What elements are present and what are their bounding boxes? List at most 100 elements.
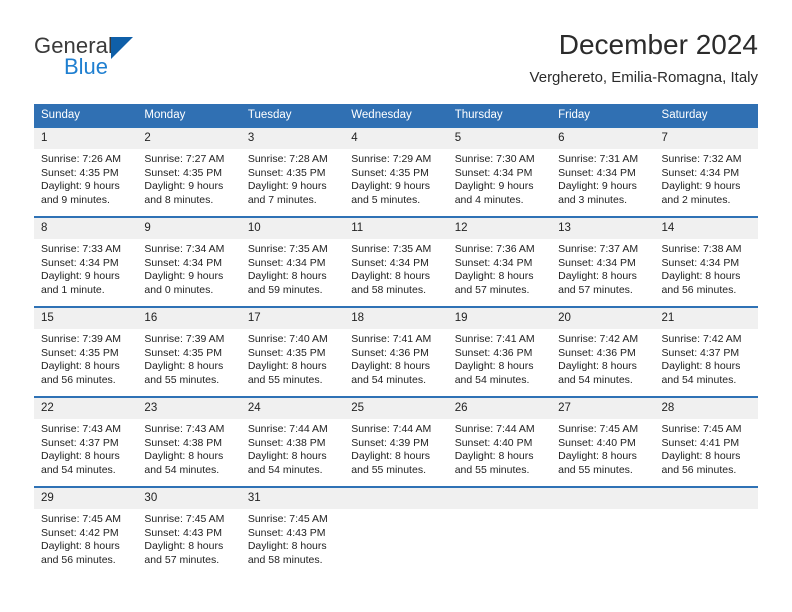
day-sunset-text: Sunset: 4:38 PM [247,436,326,449]
day-cell-inner [551,488,655,576]
day-daylight-1-text: Daylight: 9 hours [558,180,637,193]
day-details [551,509,654,513]
calendar-day-cell[interactable]: 11 Sunrise: 7:35 AM Sunset: 4:34 PM Dayligh… [344,216,448,307]
day-details: Sunrise: 7:45 AM Sunset: 4:43 PM Daylight:… [241,509,344,567]
day-number: 9 [137,218,241,239]
day-daylight-1-text: Daylight: 8 hours [661,450,741,463]
day-details: Sunrise: 7:41 AM Sunset: 4:36 PM Daylight:… [448,329,551,387]
day-details: Sunrise: 7:41 AM Sunset: 4:36 PM Daylight:… [344,329,447,387]
calendar-day-cell[interactable]: 28 Sunrise: 7:45 AM Sunset: 4:41 PM Dayligh… [654,396,758,487]
day-daylight-2-text: and 8 minutes. [144,193,214,206]
calendar-day-cell[interactable]: 20 Sunrise: 7:42 AM Sunset: 4:36 PM Dayligh… [551,306,655,397]
calendar-day-cell[interactable]: 14 Sunrise: 7:38 AM Sunset: 4:34 PM Dayligh… [654,216,758,307]
day-sunset-text: Sunset: 4:34 PM [661,256,740,269]
day-number: 13 [551,218,655,239]
day-details: Sunrise: 7:33 AM Sunset: 4:34 PM Daylight:… [34,239,137,297]
day-sunrise-text: Sunrise: 7:32 AM [661,153,742,165]
day-sunrise-text: Sunrise: 7:30 AM [454,153,535,165]
day-sunrise-text: Sunrise: 7:45 AM [41,513,121,525]
brand-name-bottom: Blue [64,54,109,79]
calendar-day-cell[interactable]: 5 Sunrise: 7:30 AM Sunset: 4:34 PM Daylight… [447,126,552,217]
day-sunrise-text: Sunrise: 7:33 AM [41,243,121,255]
day-daylight-2-text: and 1 minute. [41,283,105,296]
calendar-day-cell[interactable]: 10 Sunrise: 7:35 AM Sunset: 4:34 PM Dayligh… [240,216,345,307]
day-details: Sunrise: 7:27 AM Sunset: 4:35 PM Daylight:… [137,149,240,207]
day-details: Sunrise: 7:45 AM Sunset: 4:42 PM Daylight:… [34,509,137,567]
day-sunset-text: Sunset: 4:34 PM [661,166,740,179]
calendar-day-cell[interactable]: 24 Sunrise: 7:44 AM Sunset: 4:38 PM Dayligh… [240,396,345,487]
calendar-day-cell[interactable]: 7 Sunrise: 7:32 AM Sunset: 4:34 PM Daylight… [654,126,758,217]
day-details: Sunrise: 7:44 AM Sunset: 4:39 PM Daylight:… [344,419,447,477]
calendar-day-cell[interactable]: 8 Sunrise: 7:33 AM Sunset: 4:34 PM Daylight… [34,216,138,307]
day-sunrise-text: Sunrise: 7:38 AM [661,243,742,255]
day-sunrise-text: Sunrise: 7:28 AM [247,153,328,165]
day-number [551,488,655,509]
calendar-day-cell[interactable]: 23 Sunrise: 7:43 AM Sunset: 4:38 PM Dayligh… [137,396,241,487]
day-cell-inner: 7 Sunrise: 7:32 AM Sunset: 4:34 PM Daylight… [654,128,758,216]
day-cell-inner: 20 Sunrise: 7:42 AM Sunset: 4:36 PM Dayligh… [551,308,655,396]
calendar-day-cell[interactable]: 1 Sunrise: 7:26 AM Sunset: 4:35 PM Daylight… [34,126,138,217]
calendar-day-cell[interactable]: 2 Sunrise: 7:27 AM Sunset: 4:35 PM Daylight… [137,126,241,217]
calendar-day-cell[interactable]: 16 Sunrise: 7:39 AM Sunset: 4:35 PM Dayligh… [137,306,241,397]
calendar-empty-cell [654,486,758,576]
brand-logo[interactable]: General Blue [34,34,234,90]
calendar-week-row: 29 Sunrise: 7:45 AM Sunset: 4:42 PM Dayligh… [34,486,758,576]
calendar-day-cell[interactable]: 9 Sunrise: 7:34 AM Sunset: 4:34 PM Daylight… [137,216,241,307]
day-daylight-1-text: Daylight: 8 hours [454,450,534,463]
day-number: 23 [137,398,241,419]
day-cell-inner: 22 Sunrise: 7:43 AM Sunset: 4:37 PM Dayligh… [34,398,138,486]
day-daylight-1-text: Daylight: 9 hours [41,180,120,193]
calendar-day-cell[interactable]: 4 Sunrise: 7:29 AM Sunset: 4:35 PM Daylight… [344,126,448,217]
calendar-page: General Blue December 2024 Verghereto, E… [0,0,792,612]
day-daylight-2-text: and 54 minutes. [144,463,220,476]
day-sunset-text: Sunset: 4:36 PM [454,346,533,359]
calendar-day-cell[interactable]: 31 Sunrise: 7:45 AM Sunset: 4:43 PM Dayligh… [240,486,345,576]
day-number: 3 [240,128,345,149]
day-daylight-2-text: and 56 minutes. [661,463,737,476]
calendar-day-cell[interactable]: 18 Sunrise: 7:41 AM Sunset: 4:36 PM Dayligh… [344,306,448,397]
day-cell-inner: 18 Sunrise: 7:41 AM Sunset: 4:36 PM Dayligh… [344,308,448,396]
day-cell-inner: 29 Sunrise: 7:45 AM Sunset: 4:42 PM Dayligh… [34,488,138,576]
day-daylight-1-text: Daylight: 8 hours [454,270,534,283]
day-daylight-1-text: Daylight: 8 hours [558,270,637,283]
weekday-header-tuesday: Tuesday [240,104,345,127]
day-daylight-1-text: Daylight: 8 hours [144,540,224,553]
day-sunrise-text: Sunrise: 7:44 AM [454,423,535,435]
page-title: December 2024 [558,29,758,60]
day-sunrise-text: Sunrise: 7:29 AM [351,153,432,165]
day-daylight-1-text: Daylight: 8 hours [41,540,120,553]
day-sunset-text: Sunset: 4:36 PM [558,346,636,359]
sunrise-sunset-calendar: Sunday Monday Tuesday Wednesday Thursday… [34,104,758,576]
day-daylight-2-text: and 54 minutes. [558,373,633,386]
calendar-day-cell[interactable]: 17 Sunrise: 7:40 AM Sunset: 4:35 PM Dayligh… [240,306,345,397]
calendar-day-cell[interactable]: 21 Sunrise: 7:42 AM Sunset: 4:37 PM Dayligh… [654,306,758,397]
calendar-day-cell[interactable]: 6 Sunrise: 7:31 AM Sunset: 4:34 PM Daylight… [551,126,655,217]
calendar-day-cell[interactable]: 26 Sunrise: 7:44 AM Sunset: 4:40 PM Dayligh… [447,396,552,487]
calendar-day-cell[interactable]: 30 Sunrise: 7:45 AM Sunset: 4:43 PM Dayligh… [137,486,241,576]
day-daylight-1-text: Daylight: 8 hours [144,360,224,373]
day-cell-inner: 4 Sunrise: 7:29 AM Sunset: 4:35 PM Daylight… [344,128,448,216]
calendar-day-cell[interactable]: 3 Sunrise: 7:28 AM Sunset: 4:35 PM Daylight… [240,126,345,217]
day-number: 31 [240,488,345,509]
calendar-day-cell[interactable]: 13 Sunrise: 7:37 AM Sunset: 4:34 PM Dayligh… [551,216,655,307]
calendar-day-cell[interactable]: 29 Sunrise: 7:45 AM Sunset: 4:42 PM Dayligh… [34,486,138,576]
day-daylight-2-text: and 55 minutes. [351,463,426,476]
day-cell-inner: 16 Sunrise: 7:39 AM Sunset: 4:35 PM Dayligh… [137,308,241,396]
day-number: 29 [34,488,138,509]
calendar-day-cell[interactable]: 25 Sunrise: 7:44 AM Sunset: 4:39 PM Dayligh… [344,396,448,487]
calendar-empty-cell [551,486,655,576]
calendar-day-cell[interactable]: 19 Sunrise: 7:41 AM Sunset: 4:36 PM Dayligh… [447,306,552,397]
day-daylight-1-text: Daylight: 8 hours [351,360,431,373]
day-sunset-text: Sunset: 4:34 PM [558,166,636,179]
day-details: Sunrise: 7:45 AM Sunset: 4:40 PM Daylight:… [551,419,654,477]
day-daylight-1-text: Daylight: 8 hours [41,450,120,463]
calendar-week-row: 15 Sunrise: 7:39 AM Sunset: 4:35 PM Dayligh… [34,306,758,397]
day-sunrise-text: Sunrise: 7:44 AM [351,423,432,435]
calendar-day-cell[interactable]: 12 Sunrise: 7:36 AM Sunset: 4:34 PM Dayligh… [447,216,552,307]
calendar-day-cell[interactable]: 27 Sunrise: 7:45 AM Sunset: 4:40 PM Dayligh… [551,396,655,487]
day-daylight-2-text: and 57 minutes. [144,553,220,566]
calendar-day-cell[interactable]: 15 Sunrise: 7:39 AM Sunset: 4:35 PM Dayligh… [34,306,138,397]
calendar-day-cell[interactable]: 22 Sunrise: 7:43 AM Sunset: 4:37 PM Dayligh… [34,396,138,487]
day-daylight-2-text: and 54 minutes. [454,373,530,386]
day-details: Sunrise: 7:45 AM Sunset: 4:43 PM Daylight:… [137,509,240,567]
